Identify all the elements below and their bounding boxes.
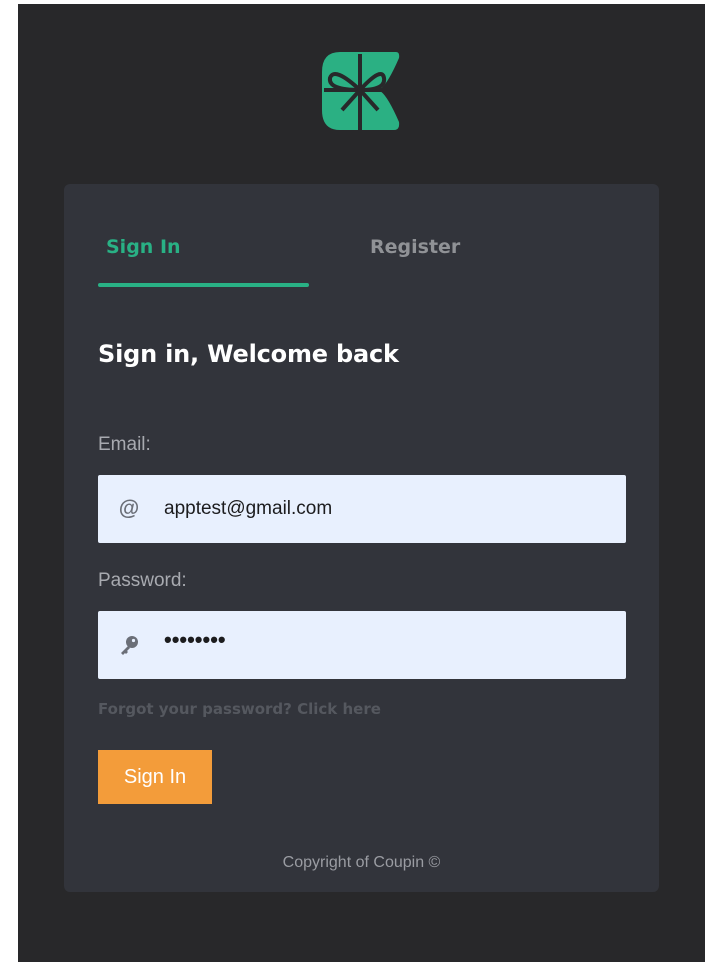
email-label: Email: [98,434,151,455]
email-field[interactable]: @ apptest@gmail.com [98,475,626,543]
sign-in-button[interactable]: Sign In [98,750,212,804]
key-icon [118,635,140,655]
page-title: Sign in, Welcome back [98,340,399,368]
copyright-text: Copyright of Coupin © [282,854,441,871]
app-background: Sign In Register Sign in, Welcome back E… [18,4,705,962]
coupin-logo-icon [322,52,400,132]
active-tab-indicator [98,283,309,287]
tab-sign-in[interactable]: Sign In [106,236,181,258]
at-sign-icon: @ [118,497,140,520]
tab-register[interactable]: Register [370,236,460,258]
email-value[interactable]: apptest@gmail.com [164,498,332,520]
password-value[interactable]: •••••••• [164,627,226,653]
forgot-password-link[interactable]: Forgot your password? Click here [98,700,381,718]
password-label: Password: [98,570,187,591]
password-field[interactable]: •••••••• [98,611,626,679]
login-card: Sign In Register Sign in, Welcome back E… [64,184,659,892]
auth-tabs: Sign In Register [98,236,598,288]
